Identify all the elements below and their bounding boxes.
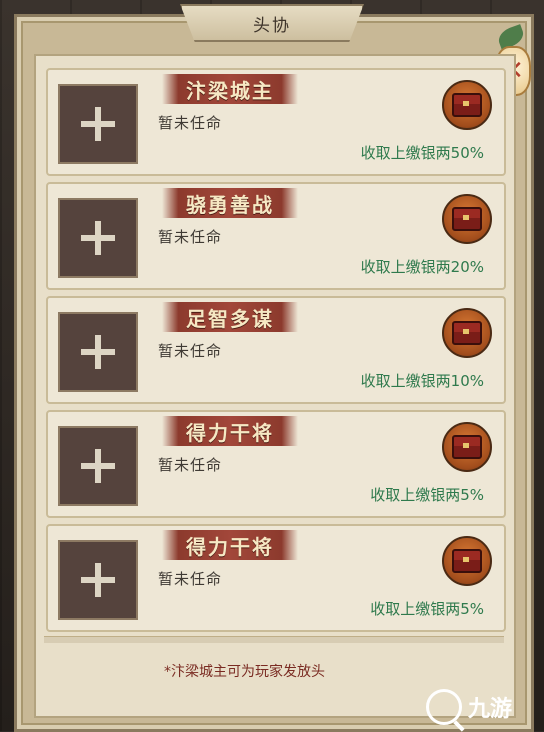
reward-text: 收取上缴银两10% (360, 372, 484, 390)
treasure-chest-icon[interactable] (442, 194, 492, 244)
treasure-chest-icon[interactable] (442, 536, 492, 586)
rank-title: 骁勇善战 (186, 192, 274, 217)
rank-title: 足智多谋 (186, 306, 274, 331)
appointment-status: 暂未任命 (158, 228, 223, 246)
appointment-status: 暂未任命 (158, 570, 223, 588)
rank-title-ribbon: 足智多谋 (162, 302, 298, 332)
watermark: 九游 (426, 687, 538, 727)
rank-title: 得力干将 (186, 420, 274, 445)
rank-card: 骁勇善战 暂未任命 收取上缴银两20% (46, 182, 506, 290)
rank-title: 得力干将 (186, 534, 274, 559)
plus-icon (81, 335, 115, 369)
rank-title-ribbon: 骁勇善战 (162, 188, 298, 218)
search-logo-icon (426, 689, 462, 725)
assign-slot-button[interactable] (58, 198, 138, 278)
treasure-chest-icon[interactable] (442, 308, 492, 358)
watermark-text: 九游 (468, 697, 513, 722)
treasure-chest-icon[interactable] (442, 422, 492, 472)
rank-title-ribbon: 得力干将 (162, 530, 298, 560)
rank-title: 汴梁城主 (186, 78, 274, 103)
rank-card: 汴梁城主 暂未任命 收取上缴银两50% (46, 68, 506, 176)
plus-icon (81, 563, 115, 597)
reward-text: 收取上缴银两50% (360, 144, 484, 162)
treasure-chest-icon[interactable] (442, 80, 492, 130)
assign-slot-button[interactable] (58, 84, 138, 164)
next-card-edge (44, 636, 504, 643)
assign-slot-button[interactable] (58, 312, 138, 392)
rank-title-ribbon: 汴梁城主 (162, 74, 298, 104)
rank-card: 足智多谋 暂未任命 收取上缴银两10% (46, 296, 506, 404)
rank-card: 得力干将 暂未任命 收取上缴银两5% (46, 524, 506, 632)
reward-text: 收取上缴银两20% (360, 258, 484, 276)
plus-icon (81, 449, 115, 483)
plus-icon (81, 107, 115, 141)
title-banner: 头协 (180, 4, 364, 42)
reward-text: 收取上缴银两5% (370, 486, 484, 504)
appointment-status: 暂未任命 (158, 456, 223, 474)
rank-list-panel: 汴梁城主 暂未任命 收取上缴银两50% 骁勇善战 暂未任命 收取上缴银两20% … (34, 54, 516, 718)
reward-text: 收取上缴银两5% (370, 600, 484, 618)
appointment-status: 暂未任命 (158, 114, 223, 132)
dialog-title: 头协 (253, 15, 291, 36)
plus-icon (81, 221, 115, 255)
assign-slot-button[interactable] (58, 540, 138, 620)
assign-slot-button[interactable] (58, 426, 138, 506)
notice-text: *汴梁城主可为玩家发放头 (164, 664, 325, 680)
appointment-status: 暂未任命 (158, 342, 223, 360)
rank-title-ribbon: 得力干将 (162, 416, 298, 446)
rank-card: 得力干将 暂未任命 收取上缴银两5% (46, 410, 506, 518)
